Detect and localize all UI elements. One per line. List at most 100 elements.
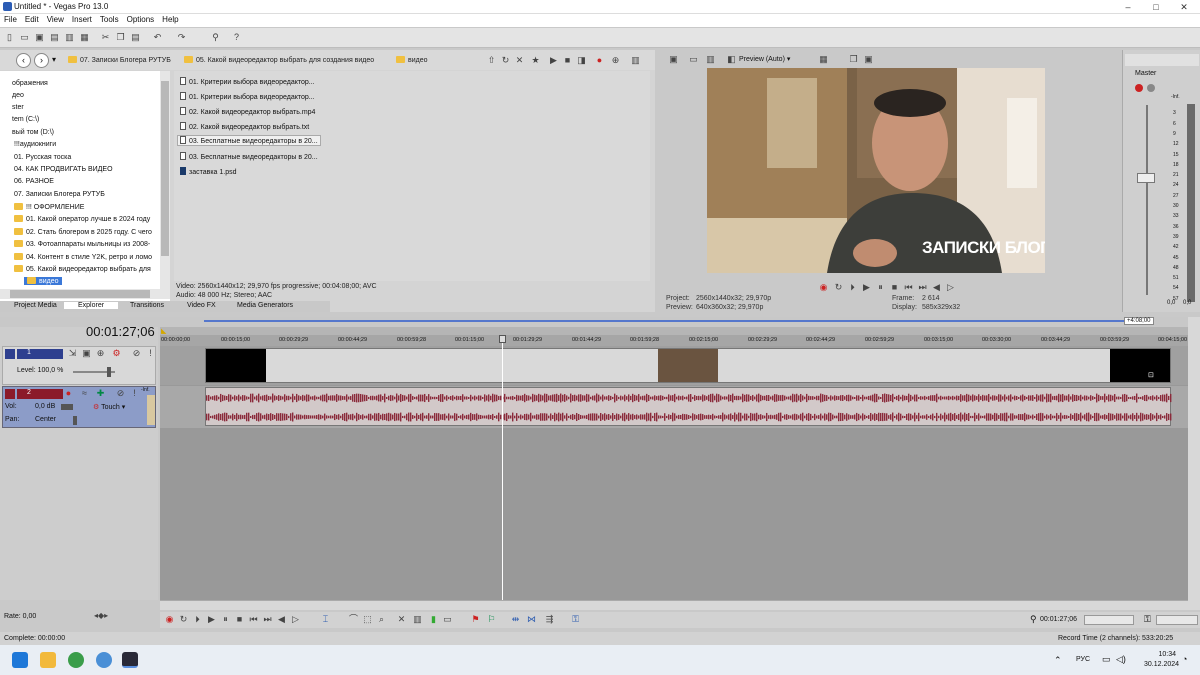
- envelope-tool-icon[interactable]: ⌒: [348, 614, 359, 625]
- tab-project-media[interactable]: Project Media: [14, 302, 57, 309]
- loop-icon[interactable]: ↻: [833, 282, 844, 293]
- stop-preview-icon[interactable]: ■: [562, 55, 573, 66]
- insert-region-icon[interactable]: ⚐: [486, 614, 497, 625]
- tree-item[interactable]: ображения: [12, 80, 48, 87]
- record-icon[interactable]: ●: [594, 55, 605, 66]
- network-icon[interactable]: ▭: [1102, 654, 1111, 665]
- preview-properties-icon[interactable]: ▣: [668, 54, 679, 65]
- tree-item[interactable]: !!! ОФОРМЛЕНИЕ: [14, 203, 84, 211]
- previous-frame-icon[interactable]: ◀: [276, 614, 287, 625]
- next-frame-icon[interactable]: ▷: [945, 282, 956, 293]
- clock-time[interactable]: 10:34: [1148, 651, 1176, 658]
- tab-explorer[interactable]: Explorer: [64, 302, 119, 309]
- split-screen-icon[interactable]: ◧: [726, 54, 737, 65]
- help-icon[interactable]: ?: [231, 32, 242, 43]
- master-fader[interactable]: [1129, 100, 1165, 300]
- rate-slider-icon[interactable]: ◂◆▸: [94, 611, 108, 620]
- master-mute-icon[interactable]: [1147, 84, 1155, 92]
- go-to-end-icon[interactable]: ⏭: [262, 614, 273, 625]
- fx-icon[interactable]: ▥: [705, 54, 716, 65]
- previous-frame-icon[interactable]: ◀: [931, 282, 942, 293]
- delete-icon[interactable]: ✕: [396, 614, 407, 625]
- record-folder-icon[interactable]: ⚿: [1144, 614, 1151, 625]
- solo-icon[interactable]: !: [145, 348, 156, 359]
- invert-phase-icon[interactable]: ≈: [79, 388, 90, 399]
- start-icon[interactable]: [12, 652, 28, 668]
- menu-file[interactable]: File: [0, 14, 21, 25]
- auto-ripple-icon[interactable]: ⇶: [544, 614, 555, 625]
- play-from-start-icon[interactable]: ⏵: [192, 614, 203, 625]
- new-icon[interactable]: ▯: [4, 32, 15, 43]
- back-icon[interactable]: ‹: [16, 53, 31, 68]
- file-item[interactable]: 01. Критерии выбора видеоредактор...: [180, 77, 315, 86]
- menu-help[interactable]: Help: [158, 14, 182, 25]
- vegas-pro-taskbar-icon[interactable]: [122, 652, 138, 668]
- menu-edit[interactable]: Edit: [21, 14, 43, 25]
- selection-length[interactable]: [1084, 615, 1134, 625]
- app-icon[interactable]: [96, 652, 112, 668]
- close-button[interactable]: ✕: [1170, 0, 1198, 14]
- undo-icon[interactable]: ↶: [152, 32, 163, 43]
- pan-slider-thumb[interactable]: [73, 416, 77, 425]
- language-indicator[interactable]: РУС: [1076, 656, 1090, 663]
- compositing-mode-icon[interactable]: ⊕: [95, 348, 106, 359]
- breadcrumb-2[interactable]: 05. Какой видеоредактор выбрать для созд…: [184, 56, 374, 64]
- tree-item[interactable]: 07. Записки Блогера РУТУБ: [14, 191, 105, 198]
- trim-start-icon[interactable]: ▮: [428, 614, 439, 625]
- start-preview-icon[interactable]: ▶: [548, 55, 559, 66]
- record-icon[interactable]: ◉: [164, 614, 175, 625]
- file-item-selected[interactable]: 03. Бесплатные видеоредакторы в 20...: [177, 135, 321, 146]
- automation-mode[interactable]: ⚙ Touch ▾: [93, 403, 125, 411]
- tree-item[interactable]: 06. РАЗНОЕ: [14, 178, 54, 185]
- overlays-icon[interactable]: ▦: [818, 54, 829, 65]
- delete-icon[interactable]: ✕: [514, 55, 525, 66]
- file-item[interactable]: 02. Какой видеоредактор выбрать.mp4: [180, 107, 315, 116]
- video-track-header[interactable]: 1 ⇲ ▣ ⊕ ⚙ ⊘ ! Level: 100,0 %: [2, 346, 156, 385]
- track-fx-icon[interactable]: ▣: [81, 348, 92, 359]
- save-icon[interactable]: ▣: [34, 32, 45, 43]
- tree-item[interactable]: 01. Какой оператор лучше в 2024 году: [14, 215, 150, 223]
- tree-item-selected[interactable]: видео: [24, 277, 62, 285]
- video-event[interactable]: ⊡: [205, 348, 1171, 383]
- copy-snapshot-icon[interactable]: ❐: [848, 54, 859, 65]
- play-icon[interactable]: ▶: [861, 282, 872, 293]
- tab-media-generators[interactable]: Media Generators: [237, 302, 293, 309]
- tree-item[interactable]: 05. Какой видеоредактор выбрать для: [14, 265, 151, 273]
- tree-item[interactable]: 03. Фотоаппараты мыльницы из 2008-: [14, 240, 150, 248]
- audio-track-header[interactable]: 2 ● ≈ ✚ ⊘ ! -Inf. Vol: 0,0 dB ⚙ Touch ▾ …: [2, 386, 156, 428]
- redo-icon[interactable]: ↷: [176, 32, 187, 43]
- go-to-start-icon[interactable]: ⏮: [248, 614, 259, 625]
- chrome-icon[interactable]: [68, 652, 84, 668]
- clock-date[interactable]: 30.12.2024: [1144, 661, 1179, 668]
- tree-item[interactable]: 04. Контент в стиле Y2K, ретро и ломо: [14, 253, 152, 261]
- menu-tools[interactable]: Tools: [96, 14, 123, 25]
- up-folder-icon[interactable]: ⇧: [486, 55, 497, 66]
- tree-item[interactable]: вый том (D:\): [12, 129, 54, 136]
- mute-icon[interactable]: ⊘: [115, 388, 126, 399]
- play-from-start-icon[interactable]: ⏵: [847, 282, 858, 293]
- tree-item[interactable]: 02. Стать блогером в 2025 году. С чего: [14, 228, 152, 236]
- auto-crossfade-icon[interactable]: ⋈: [526, 614, 537, 625]
- playhead-handle[interactable]: [499, 335, 506, 343]
- insert-marker-icon[interactable]: ⚑: [470, 614, 481, 625]
- stop-icon[interactable]: ■: [889, 282, 900, 293]
- auto-preview-icon[interactable]: ◨: [576, 55, 587, 66]
- menu-options[interactable]: Options: [123, 14, 159, 25]
- tree-item[interactable]: !!!аудиокниги: [14, 141, 56, 148]
- breadcrumb-3[interactable]: видео: [396, 56, 428, 64]
- cut-icon[interactable]: ✂: [100, 32, 111, 43]
- refresh-icon[interactable]: ↻: [500, 55, 511, 66]
- trim-icon[interactable]: ▥: [412, 614, 423, 625]
- trim-end-icon[interactable]: ▭: [442, 614, 453, 625]
- mute-icon[interactable]: ⊘: [131, 348, 142, 359]
- go-to-end-icon[interactable]: ⏭: [917, 282, 928, 293]
- pause-icon[interactable]: ⏸: [220, 614, 231, 625]
- vol-slider-thumb[interactable]: [61, 404, 73, 410]
- tree-hscroll-thumb[interactable]: [10, 290, 150, 298]
- external-monitor-icon[interactable]: ▭: [688, 54, 699, 65]
- fader-thumb[interactable]: [1137, 173, 1155, 183]
- paste-icon[interactable]: ▤: [130, 32, 141, 43]
- solo-icon[interactable]: !: [129, 388, 140, 399]
- audio-event[interactable]: [205, 387, 1172, 426]
- tab-video-fx[interactable]: Video FX: [187, 302, 216, 309]
